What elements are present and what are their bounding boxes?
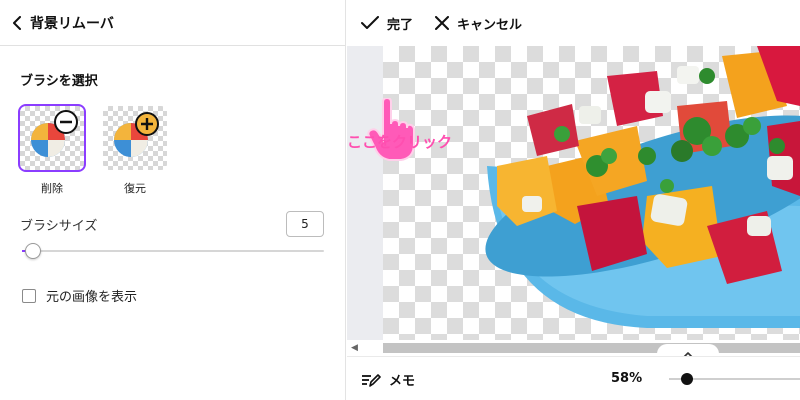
show-original-label: 元の画像を表示: [46, 290, 138, 305]
scroll-left-arrow-icon[interactable]: ◀: [351, 343, 358, 353]
pointing-hand-icon: [367, 98, 415, 161]
memo-button[interactable]: メモ: [361, 370, 415, 389]
bottom-bar: メモ 58%: [347, 356, 800, 400]
back-button[interactable]: 背景リムーバ: [0, 0, 345, 46]
erase-brush-label: 削除: [41, 182, 63, 195]
done-label: 完了: [387, 17, 414, 33]
ball-icon: [31, 110, 78, 157]
erase-brush-button[interactable]: [20, 106, 84, 170]
checkbox-box[interactable]: [22, 288, 36, 303]
scrollbar-thumb[interactable]: [383, 343, 800, 353]
zoom-level: 58%: [611, 371, 643, 386]
chevron-left-icon: [13, 15, 21, 30]
brush-size-input[interactable]: 5: [286, 211, 324, 237]
ball-icon: [114, 112, 159, 157]
done-button[interactable]: 完了: [361, 14, 413, 33]
brush-size-slider-thumb[interactable]: [25, 243, 41, 259]
editor-area: 完了 キャンセル ここをクリック ◀ メモ 58%: [347, 0, 800, 400]
annotation-text: ここをクリック: [347, 133, 453, 151]
salad-bowl-image: [485, 46, 800, 328]
check-icon: [361, 16, 379, 29]
image-canvas[interactable]: ここをクリック: [347, 46, 800, 340]
horizontal-scrollbar[interactable]: ◀: [347, 340, 800, 356]
restore-brush-button[interactable]: [103, 106, 167, 170]
close-icon: [435, 16, 450, 30]
cancel-button[interactable]: キャンセル: [435, 14, 522, 33]
editor-toolbar: 完了 キャンセル: [347, 0, 800, 46]
brush-section-title: ブラシを選択: [20, 74, 98, 89]
show-original-checkbox[interactable]: 元の画像を表示: [22, 286, 137, 305]
panel-title: 背景リムーバ: [30, 15, 114, 32]
brush-option-erase: 削除: [20, 106, 84, 196]
brush-option-restore: 復元: [103, 106, 167, 196]
brush-size-label: ブラシサイズ: [20, 219, 98, 234]
brush-panel: 背景リムーバ ブラシを選択 削除 復元 ブラシサイズ 5 元の画像を表示: [0, 0, 346, 400]
restore-brush-label: 復元: [124, 182, 146, 195]
memo-label: メモ: [389, 374, 416, 389]
brush-size-slider[interactable]: [22, 250, 324, 252]
zoom-slider-thumb[interactable]: [681, 373, 693, 385]
notes-pencil-icon: [362, 373, 381, 387]
cancel-label: キャンセル: [457, 17, 523, 33]
